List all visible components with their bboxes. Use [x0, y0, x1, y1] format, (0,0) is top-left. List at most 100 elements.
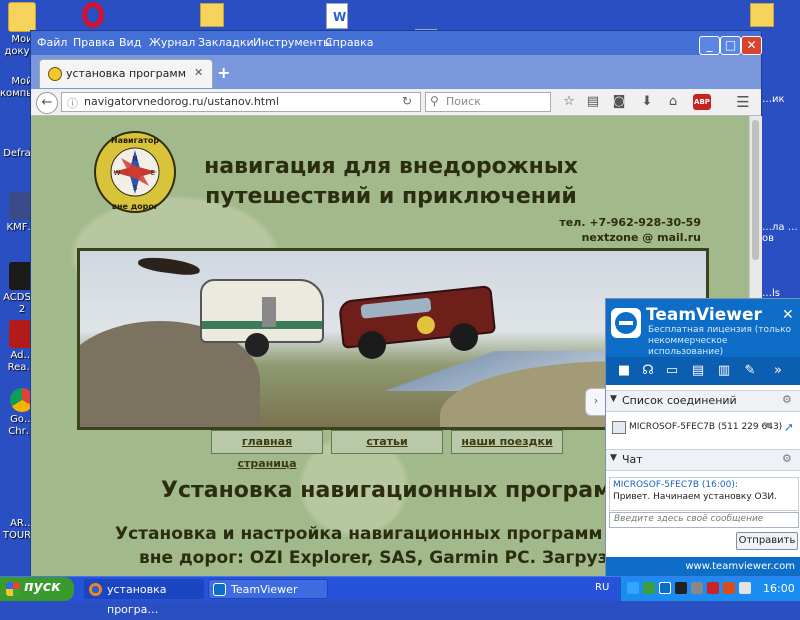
download-icon[interactable]: ⬇ [639, 94, 655, 110]
update-tray-icon[interactable] [723, 582, 735, 594]
teamviewer-toolbar: ■ ☊ ▭ ▤ ▥ ✎ » [606, 357, 800, 385]
connections-title: Список соединений [622, 394, 737, 407]
teamviewer-header: TeamViewer ✕ Бесплатная лицензия (только… [606, 299, 800, 357]
windows-logo-icon [6, 582, 20, 596]
site-headline-line1: навигация для внедорожных [204, 154, 578, 179]
folder-icon[interactable] [200, 3, 224, 27]
nav-trips-link[interactable]: наши поездки [451, 430, 563, 454]
url-bar[interactable]: ⓘ navigatorvnedorog.ru/ustanov.html ↻ [61, 92, 421, 112]
suv-wheel-rear [358, 331, 386, 359]
close-button[interactable]: ✕ [741, 36, 762, 55]
teamviewer-panel: TeamViewer ✕ Бесплатная лицензия (только… [605, 298, 800, 578]
site-favicon-icon [48, 67, 62, 81]
scrollbar-thumb[interactable] [752, 120, 759, 260]
antivirus-tray-icon[interactable] [707, 582, 719, 594]
teamviewer-icon [213, 583, 226, 596]
clock[interactable]: 16:00 [763, 582, 795, 595]
taskbar-item-firefox[interactable]: установка програ… [84, 579, 204, 616]
more-icon[interactable]: » [770, 363, 786, 379]
settings-gear-icon[interactable]: ⚙ [782, 452, 792, 465]
teamviewer-brand: TeamViewer [646, 305, 762, 325]
adblock-plus-icon[interactable]: ABP [693, 94, 711, 110]
system-tray: 16:00 [620, 577, 800, 601]
bookmark-star-icon[interactable]: ☆ [561, 94, 577, 110]
new-tab-icon[interactable]: + [217, 63, 230, 82]
menu-file[interactable]: Файл [37, 36, 67, 49]
chat-message: Привет. Начинаем установку ОЗИ. [613, 492, 777, 502]
video-icon[interactable]: ■ [616, 363, 632, 379]
url-text: navigatorvnedorog.ru/ustanov.html [84, 95, 279, 108]
computer-icon [612, 421, 626, 434]
app-tray-icon[interactable] [675, 582, 687, 594]
teamviewer-footer: www.teamviewer.com [606, 557, 800, 577]
desktop-icon-label-right: …ла …ов [762, 222, 798, 244]
connection-item[interactable]: MICROSOF-5FEC7B (511 229 643) ▼ ➚ [610, 418, 796, 438]
panel-collapse-handle[interactable]: › [585, 388, 606, 416]
teamviewer-tray-icon[interactable] [659, 582, 671, 594]
security-icon[interactable] [643, 582, 655, 594]
send-button[interactable]: Отправить [736, 532, 798, 550]
nav-home-link[interactable]: главная страница [211, 430, 323, 470]
compass-w: W [114, 169, 121, 177]
chat-section-header[interactable]: ▼ Чат ⚙ [606, 449, 800, 471]
settings-gear-icon[interactable]: ⚙ [782, 393, 792, 406]
compass-n: N [132, 155, 137, 163]
menu-tools[interactable]: Инструменты [253, 36, 332, 49]
chat-icon[interactable]: ▭ [664, 363, 680, 379]
reading-list-icon[interactable]: ▤ [585, 94, 601, 110]
tab-close-icon[interactable]: ✕ [194, 66, 203, 79]
minimize-button[interactable]: _ [699, 36, 720, 55]
taskbar-item-teamviewer[interactable]: TeamViewer [208, 579, 328, 599]
menu-edit[interactable]: Правка [73, 36, 115, 49]
menu-bookmarks[interactable]: Закладки [198, 36, 254, 49]
chat-history: MICROSOF-5FEC7B (16:00): Привет. Начинае… [609, 477, 799, 511]
volume-icon[interactable] [739, 582, 751, 594]
clipboard-icon[interactable]: ▥ [716, 363, 732, 379]
opera-icon[interactable] [82, 2, 104, 28]
home-icon[interactable]: ⌂ [665, 94, 681, 110]
pocket-icon[interactable]: ◙ [611, 94, 627, 110]
nav-articles-link[interactable]: статьи [331, 430, 443, 454]
back-icon[interactable]: ← [36, 92, 58, 114]
reload-icon[interactable]: ↻ [402, 94, 412, 108]
search-placeholder: Поиск [446, 95, 481, 108]
menu-help[interactable]: Справка [325, 36, 373, 49]
connection-name: MICROSOF-5FEC7B (511 229 643) [629, 422, 783, 432]
chat-message-input[interactable]: Введите здесь своё сообщение [609, 512, 799, 528]
network-icon[interactable] [627, 582, 639, 594]
logo-text-bottom: вне дорог [112, 202, 158, 211]
dropdown-icon[interactable]: ▼ [765, 421, 771, 430]
folder-icon[interactable] [750, 3, 774, 27]
chat-title: Чат [622, 453, 643, 466]
taskbar: пуск установка програ… TeamViewer RU 16:… [0, 576, 800, 616]
tab-strip: установка программ ✕ + [31, 55, 761, 89]
menu-history[interactable]: Журнал [149, 36, 195, 49]
navigation-toolbar: ← ⓘ navigatorvnedorog.ru/ustanov.html ↻ … [31, 89, 761, 116]
tab-active[interactable]: установка программ ✕ [39, 59, 213, 88]
compass-logo-icon: N S E W Навигатор вне дорог [94, 131, 176, 213]
tools-icon[interactable]: ✎ [742, 363, 758, 379]
site-logo[interactable]: N S E W Навигатор вне дорог [93, 130, 177, 214]
contact-phone: тел. +7-962-928-30-59 [559, 216, 701, 229]
display-tray-icon[interactable] [691, 582, 703, 594]
logo-text-top: Навигатор [111, 136, 159, 145]
search-box[interactable]: ⚲ Поиск [425, 92, 551, 112]
connections-section-header[interactable]: ▼ Список соединений ⚙ [606, 390, 800, 412]
maximize-button[interactable]: □ [720, 36, 741, 55]
start-button[interactable]: пуск [0, 577, 74, 601]
headset-icon[interactable]: ☊ [640, 363, 656, 379]
cursor-icon[interactable]: ➚ [784, 420, 794, 434]
chat-sender: MICROSOF-5FEC7B (16:00): [613, 480, 738, 490]
close-icon[interactable]: ✕ [782, 307, 794, 323]
hamburger-menu-icon[interactable]: ☰ [735, 94, 751, 110]
firefox-icon [89, 583, 102, 596]
compass-e: E [151, 169, 155, 177]
trailer-wheel [245, 333, 269, 357]
website-link[interactable]: www.teamviewer.com [685, 561, 795, 572]
menu-view[interactable]: Вид [119, 36, 141, 49]
eagle-icon [137, 254, 201, 278]
language-indicator[interactable]: RU [595, 582, 609, 593]
files-icon[interactable]: ▤ [690, 363, 706, 379]
word-document-icon[interactable] [326, 3, 348, 29]
site-headline-line2: путешествий и приключений [205, 184, 577, 209]
